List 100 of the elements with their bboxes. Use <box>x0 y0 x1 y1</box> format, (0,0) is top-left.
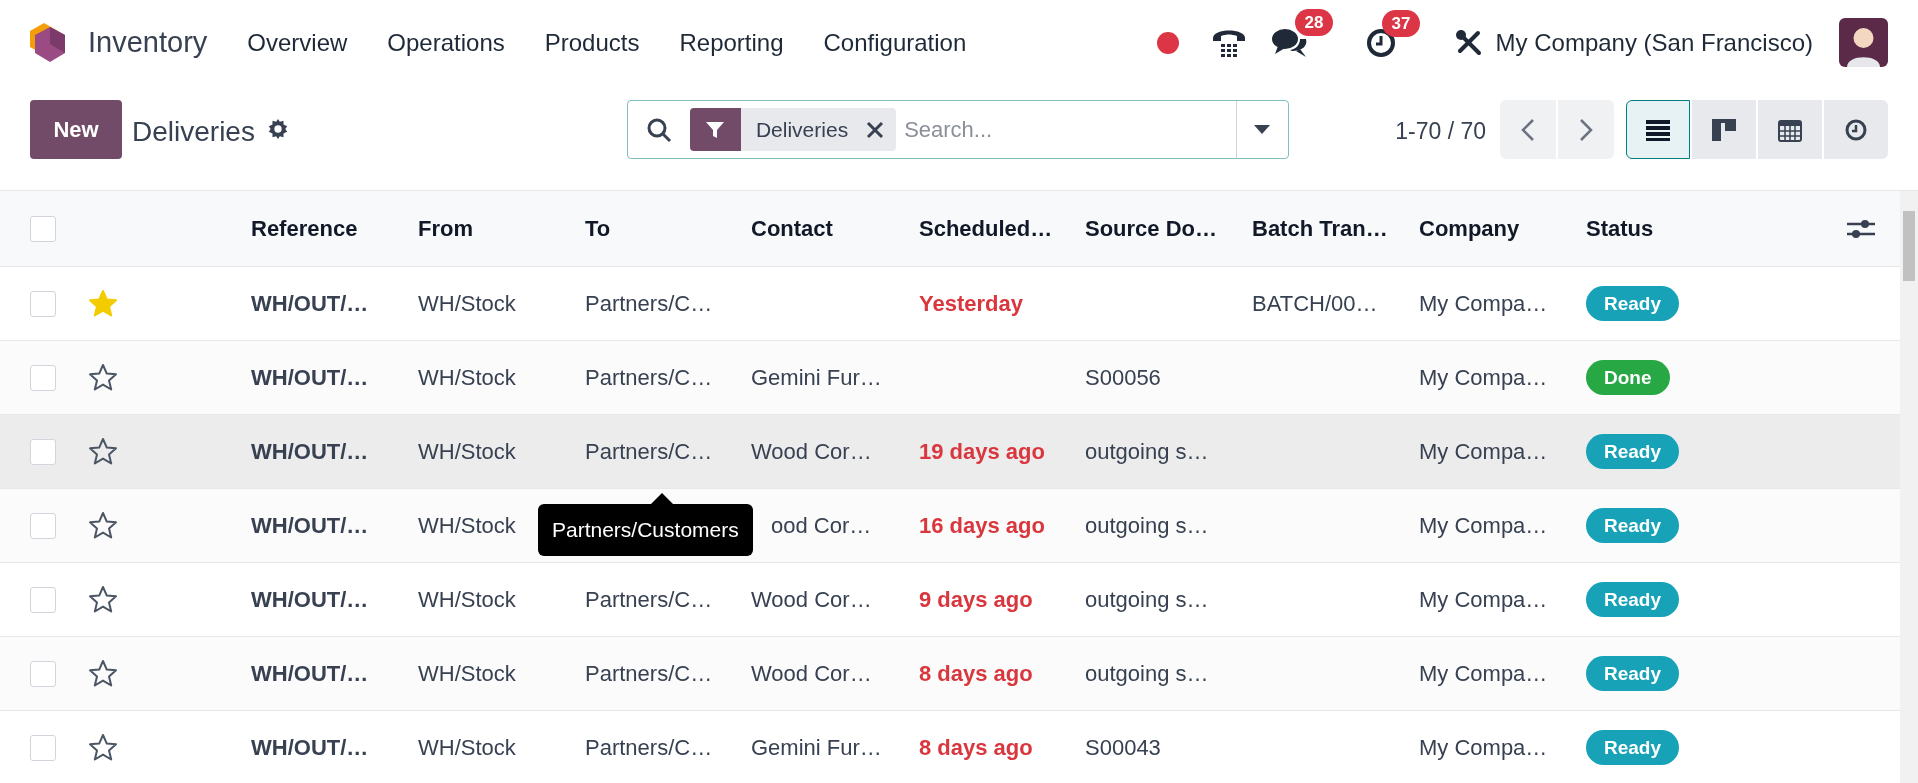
status-badge: Done <box>1586 360 1670 395</box>
kanban-icon[interactable] <box>1711 116 1737 143</box>
table-cell: My Compa… <box>1419 735 1548 760</box>
table-row[interactable]: WH/OUT/… WH/Stock Partners/C… Gemini Fur… S00056 My Compa… Done <box>0 341 1900 415</box>
table-cell: Wood Cor… <box>751 439 872 464</box>
menu-item[interactable]: Operations <box>387 24 505 61</box>
table-cell: My Compa… <box>1419 661 1548 686</box>
count-badge: 28 <box>1294 8 1334 36</box>
table-cell: Partners/C… <box>585 365 713 390</box>
table-cell: outgoing s… <box>1085 661 1209 686</box>
view-button[interactable] <box>1758 100 1822 159</box>
column-header[interactable]: Status <box>1586 216 1654 241</box>
column-header[interactable]: From <box>418 216 473 241</box>
menu-item[interactable]: Overview <box>247 24 348 61</box>
star-icon[interactable] <box>88 436 118 467</box>
table-cell: Partners/C… <box>585 587 713 612</box>
filter-facet[interactable]: Deliveries <box>689 108 897 151</box>
table-cell: S00056 <box>1085 365 1161 390</box>
table-cell: 8 days ago <box>919 735 1033 760</box>
chevron-left-icon[interactable] <box>1521 117 1535 142</box>
checkbox[interactable] <box>30 586 56 613</box>
settings-icon[interactable] <box>266 118 289 140</box>
table-cell: 9 days ago <box>919 587 1033 612</box>
star-icon[interactable] <box>88 584 118 615</box>
table-cell: outgoing s… <box>1085 587 1209 612</box>
status-badge: Ready <box>1586 656 1680 691</box>
table-cell: Partners/C… <box>585 439 713 464</box>
clock-icon[interactable] <box>1365 27 1396 58</box>
table-cell: WH/Stock <box>418 513 516 538</box>
search-field[interactable]: Search... <box>904 113 1236 146</box>
checkbox[interactable] <box>30 364 56 391</box>
tooltip-arrow <box>650 493 674 505</box>
star-icon[interactable] <box>88 658 118 689</box>
checkbox[interactable] <box>30 734 56 761</box>
table-cell: outgoing s… <box>1085 513 1209 538</box>
search-bar[interactable]: Deliveries Search... <box>626 100 1289 159</box>
table-cell: My Compa… <box>1419 291 1548 316</box>
table-cell: WH/OUT/… <box>251 439 369 464</box>
status-badge: Ready <box>1586 508 1680 543</box>
table-cell: WH/Stock <box>418 661 516 686</box>
app-logo-icon[interactable] <box>30 21 67 64</box>
search-icon[interactable] <box>645 116 672 143</box>
table-row[interactable]: WH/OUT/… WH/Stock Partners/C… Wood Cor… 19 days ago outgoing s… My Compa… Ready <box>0 415 1900 489</box>
app-name[interactable]: Inventory <box>88 20 208 65</box>
column-header[interactable]: Contact <box>751 216 833 241</box>
table-cell: BATCH/00… <box>1252 291 1378 316</box>
chevron-right-icon[interactable] <box>1579 117 1593 142</box>
column-header[interactable]: Batch Tran… <box>1252 216 1388 241</box>
column-header[interactable]: To <box>585 216 611 241</box>
table-cell: My Compa… <box>1419 365 1548 390</box>
table-cell: WH/Stock <box>418 587 516 612</box>
star-icon[interactable] <box>88 732 118 763</box>
menu-item[interactable]: Products <box>544 24 640 61</box>
menu-item[interactable]: Configuration <box>823 24 967 61</box>
chat-icon[interactable] <box>1271 26 1308 59</box>
table-cell: WH/OUT/… <box>251 735 369 760</box>
scrollbar[interactable] <box>1900 191 1918 783</box>
checkbox[interactable] <box>30 660 56 687</box>
table-cell: WH/OUT/… <box>251 365 369 390</box>
table-row[interactable]: WH/OUT/… WH/Stock Partners/C… Wood Cor… 8 days ago outgoing s… My Compa… Ready <box>0 637 1900 711</box>
view-button[interactable] <box>1626 100 1690 159</box>
menu-item[interactable]: Reporting <box>679 24 784 61</box>
table-cell: My Compa… <box>1419 439 1548 464</box>
table-cell: ood Cor… <box>771 513 872 538</box>
column-header[interactable]: Source Do… <box>1085 216 1218 241</box>
checkbox[interactable] <box>30 290 56 317</box>
table-cell: 19 days ago <box>919 439 1045 464</box>
page-title: Deliveries <box>132 115 255 149</box>
status-badge: Ready <box>1586 286 1680 321</box>
checkbox[interactable] <box>30 438 56 465</box>
table-cell: WH/Stock <box>418 439 516 464</box>
star-icon[interactable] <box>88 288 118 319</box>
filter-icon[interactable] <box>705 119 726 140</box>
table-cell: My Compa… <box>1419 587 1548 612</box>
new-button[interactable]: New <box>30 100 122 159</box>
table-cell: 8 days ago <box>919 661 1033 686</box>
column-header[interactable]: Scheduled… <box>919 216 1053 241</box>
column-header[interactable]: Company <box>1419 216 1520 241</box>
table-cell: WH/OUT/… <box>251 587 369 612</box>
checkbox[interactable] <box>30 215 56 242</box>
column-header[interactable]: Reference <box>251 216 358 241</box>
star-icon[interactable] <box>88 362 118 393</box>
caret-icon[interactable] <box>1254 124 1271 135</box>
tools-icon[interactable] <box>1453 27 1484 58</box>
close-icon[interactable] <box>866 120 885 139</box>
view-button[interactable] <box>1824 100 1888 159</box>
table-cell: WH/OUT/… <box>251 661 369 686</box>
facet-label: Deliveries <box>755 116 849 143</box>
company-switcher[interactable]: My Company (San Francisco) <box>1495 24 1813 61</box>
table-cell: Yesterday <box>919 291 1023 316</box>
star-icon[interactable] <box>88 510 118 541</box>
table-cell: WH/OUT/… <box>251 291 369 316</box>
table-cell: WH/Stock <box>418 291 516 316</box>
status-badge: Ready <box>1586 434 1680 469</box>
checkbox[interactable] <box>30 512 56 539</box>
avatar-icon[interactable] <box>1839 18 1888 67</box>
table-cell: WH/Stock <box>418 735 516 760</box>
table-cell: outgoing s… <box>1085 439 1209 464</box>
pager-value[interactable]: 1-70 / 70 <box>1395 114 1486 149</box>
view-button[interactable] <box>1692 100 1756 159</box>
